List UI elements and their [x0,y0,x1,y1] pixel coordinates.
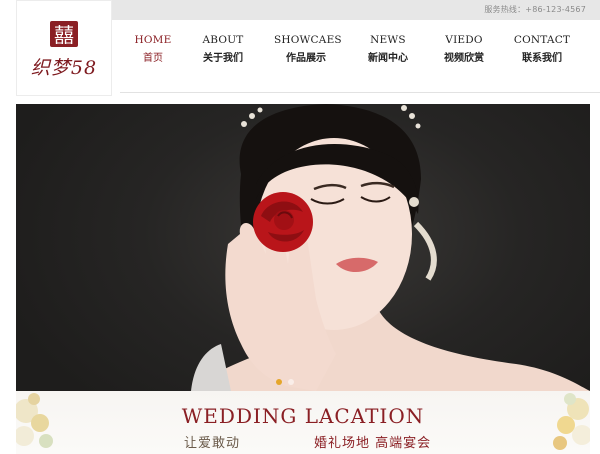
slider-dot-2[interactable] [288,379,294,385]
nav-contact[interactable]: CONTACT 联系我们 [513,34,571,64]
nav-news-en: NEWS [370,34,406,46]
nav-about-en: ABOUT [202,34,244,46]
nav-showcases-en: SHOWCAES [274,34,342,46]
double-happiness-icon: 囍 [50,21,78,47]
nav-video-en: VIEDO [445,34,483,46]
nav-about-cn: 关于我们 [203,53,243,64]
wedding-location-banner: WEDDING LACATION 让爱敢动 婚礼场地 高端宴会 [16,391,590,454]
nav-video-cn: 视频欣赏 [444,53,484,64]
bride-with-rose-illustration [191,104,590,391]
nav-news-cn: 新闻中心 [368,53,408,64]
nav-news[interactable]: NEWS 新闻中心 [363,34,413,64]
site-header: 服务热线：+86-123-4567 囍 织梦58 HOME 首页 ABOUT 关… [0,0,600,100]
nav-video[interactable]: VIEDO 视频欣赏 [438,34,490,64]
main-nav: HOME 首页 ABOUT 关于我们 SHOWCAES 作品展示 NEWS 新闻… [120,34,600,78]
nav-showcases-cn: 作品展示 [286,53,326,64]
nav-about[interactable]: ABOUT 关于我们 [198,34,248,64]
nav-home-en: HOME [134,34,172,46]
logo-text: 织梦58 [30,57,98,79]
banner-services: 婚礼场地 高端宴会 [314,436,432,451]
banner-slogan: 让爱敢动 [184,436,241,451]
slider-pagination [276,370,300,389]
slider-dot-1[interactable] [276,379,282,385]
top-bar: 服务热线：+86-123-4567 [112,0,600,20]
site-logo[interactable]: 囍 织梦58 [16,0,112,96]
nav-contact-en: CONTACT [513,34,571,46]
banner-title: WEDDING LACATION [181,404,425,428]
hero-slide-image[interactable] [16,104,590,391]
nav-divider [120,92,600,93]
flower-decoration-right-icon [553,393,590,450]
nav-showcases[interactable]: SHOWCAES 作品展示 [274,34,342,64]
logo-badge-glyph: 囍 [54,23,74,47]
hotline-text: 服务热线：+86-123-4567 [484,5,586,14]
nav-home[interactable]: HOME 首页 [128,34,178,64]
nav-home-cn: 首页 [143,53,163,64]
nav-contact-cn: 联系我们 [522,53,562,64]
